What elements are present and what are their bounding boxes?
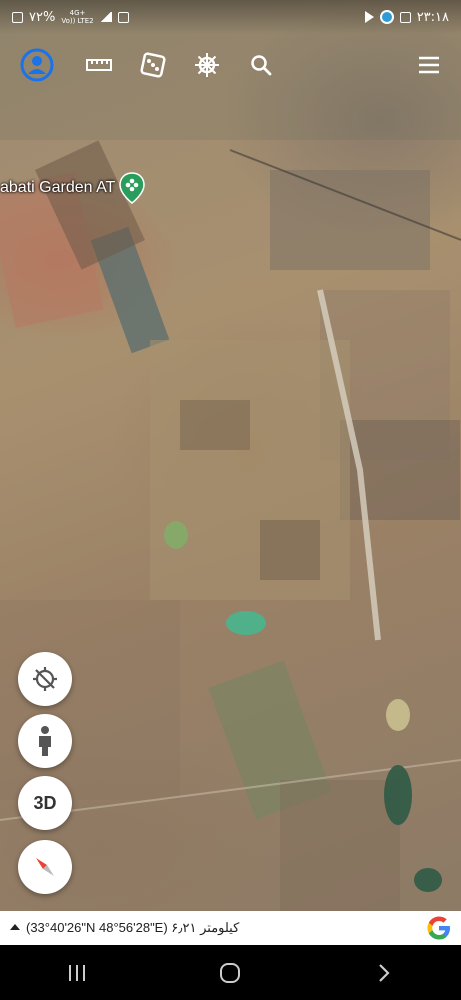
ruler-icon [86, 59, 112, 71]
app-notification-icon [379, 10, 394, 24]
coordinate-bar: (33°40'26"N 48°56'28"E) ۶٫۲۱ کیلومتر [0, 911, 461, 945]
profile-button[interactable] [14, 42, 60, 88]
measure-button[interactable] [76, 42, 122, 88]
hamburger-menu-icon [419, 56, 439, 74]
status-bar-right: ٢٣:١٨ [364, 9, 449, 25]
signal-icon [99, 12, 112, 22]
pegman-icon [39, 726, 51, 756]
3d-toggle-button[interactable]: 3D [18, 776, 72, 830]
map-place-marker[interactable]: abati Garden AT [0, 172, 146, 204]
garden-pin-icon[interactable] [119, 172, 146, 204]
compass-icon [36, 858, 54, 876]
network-type: 4G+ Vo)) LTE2 [61, 9, 93, 25]
status-bar-left: ٧٢% 4G+ Vo)) LTE2 [12, 9, 129, 25]
search-button[interactable] [238, 42, 284, 88]
battery-icon [12, 11, 23, 23]
gallery-icon [399, 11, 411, 23]
top-toolbar [0, 42, 461, 88]
play-store-icon [364, 11, 374, 23]
ship-wheel-icon [195, 53, 219, 77]
search-icon [251, 55, 272, 76]
recent-apps-icon [68, 964, 85, 981]
android-nav-bar [0, 945, 461, 1000]
back-button[interactable] [354, 945, 414, 1000]
recent-apps-button[interactable] [47, 945, 107, 1000]
dice-icon [140, 52, 166, 78]
coordinates-text: (33°40'26"N 48°56'28"E) ۶٫۲۱ کیلومتر [26, 920, 240, 935]
street-view-button[interactable] [18, 714, 72, 768]
battery-level: ٧٢% [29, 9, 56, 25]
network-type-bottom: Vo)) LTE2 [61, 17, 94, 25]
google-logo-icon [427, 916, 450, 940]
compass-button[interactable] [18, 840, 72, 894]
network-type-top: 4G+ [69, 9, 86, 17]
lock-icon [117, 11, 129, 23]
voyager-button[interactable] [184, 42, 230, 88]
menu-button[interactable] [406, 42, 452, 88]
home-button[interactable] [200, 945, 260, 1000]
random-place-button[interactable] [130, 42, 176, 88]
home-icon [220, 962, 241, 983]
gps-off-icon [33, 667, 57, 691]
status-bar: ٧٢% 4G+ Vo)) LTE2 ٢٣:١٨ [0, 0, 461, 34]
profile-icon [20, 48, 54, 82]
clock: ٢٣:١٨ [416, 9, 449, 25]
my-location-button[interactable] [18, 652, 72, 706]
back-chevron-icon [379, 963, 390, 982]
expand-caret-icon[interactable] [10, 924, 20, 930]
place-label[interactable]: abati Garden AT [0, 179, 115, 197]
